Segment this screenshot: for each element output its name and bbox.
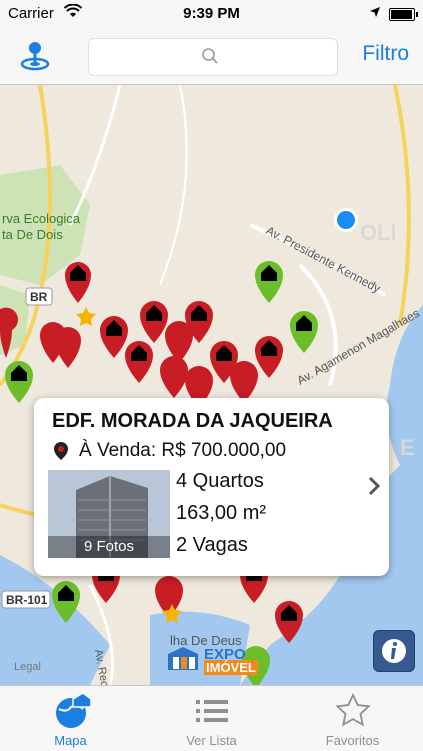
search-icon: [201, 47, 219, 70]
logo-icon: [168, 647, 198, 670]
reserve-label: rva Ecologica: [2, 211, 81, 226]
info-button[interactable]: [373, 630, 415, 672]
map-canvas: rva Ecologica ta De Dois BR Av. Presiden…: [0, 85, 423, 685]
status-bar: Carrier 9:39 PM: [0, 0, 423, 28]
battery-icon: [389, 8, 418, 21]
property-title: EDF. MORADA DA JAQUEIRA: [52, 410, 333, 432]
info-icon: [382, 639, 406, 663]
property-callout[interactable]: EDF. MORADA DA JAQUEIRA À Venda: R$ 700.…: [34, 398, 389, 576]
tab-ver-lista[interactable]: Ver Lista: [141, 686, 282, 751]
location-arrow-icon: [369, 5, 381, 22]
area: 163,00 m²: [176, 502, 267, 524]
bedrooms: 4 Quartos: [176, 470, 264, 492]
property-photo[interactable]: 9 Fotos: [48, 470, 170, 558]
expo-imovel-logo: EXPO IMÓVEL: [166, 646, 258, 675]
br-top-label: BR: [30, 290, 48, 304]
filter-button[interactable]: Filtro: [362, 42, 409, 66]
tab-bar: Mapa Ver Lista Favoritos: [0, 685, 423, 751]
star-icon: [334, 692, 371, 727]
olinda-label: OLI: [360, 220, 397, 245]
photo-count: 9 Fotos: [48, 536, 170, 558]
chevron-right-icon[interactable]: [367, 476, 381, 502]
tab-mapa[interactable]: Mapa: [0, 686, 141, 751]
reserve-label-2: ta De Dois: [2, 227, 63, 242]
property-price: À Venda: R$ 700.000,00: [79, 440, 287, 461]
tab-favoritos[interactable]: Favoritos: [282, 686, 423, 751]
locate-me-button[interactable]: [18, 40, 52, 72]
map-marker-icon: [54, 442, 68, 465]
parking: 2 Vagas: [176, 534, 248, 556]
navigation-bar: Filtro: [0, 28, 423, 85]
map-view[interactable]: rva Ecologica ta De Dois BR Av. Presiden…: [0, 85, 423, 685]
e-label: E: [400, 435, 415, 460]
map-pin-icon: [20, 42, 50, 71]
legal-link: Legal: [14, 661, 41, 673]
search-field[interactable]: [88, 38, 338, 76]
globe-house-icon: [55, 692, 92, 728]
br101-label: BR-101: [6, 593, 48, 607]
clock: 9:39 PM: [183, 5, 240, 22]
list-icon: [195, 700, 228, 722]
